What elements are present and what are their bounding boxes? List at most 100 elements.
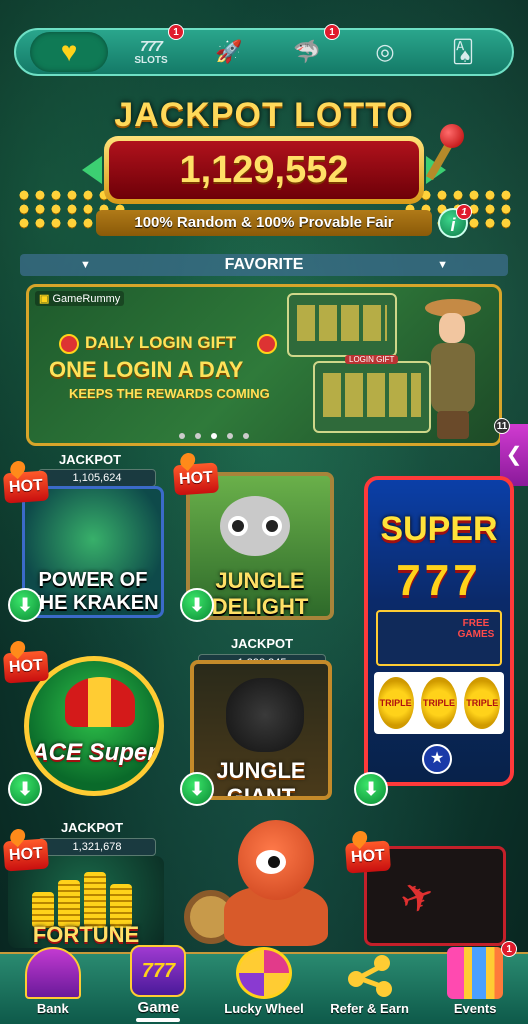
pay-table: FREE GAMES [376,610,502,666]
download-icon[interactable]: ⬇ [8,588,42,622]
fortune-game-art: FORTUNE [8,856,164,948]
bottom-nav-events[interactable]: Events 1 [427,941,523,1016]
nav-fish[interactable]: 🦈 1 [272,24,342,72]
lemur-eye [228,516,248,536]
character-face [439,313,465,343]
nav-roulette[interactable]: ◎ [350,32,420,72]
gift-icon [257,334,277,354]
carousel-dot[interactable] [179,433,185,439]
notification-badge: 1 [168,24,184,40]
banner-line2: ONE LOGIN A DAY [49,357,244,382]
bottom-nav-lucky-wheel[interactable]: Lucky Wheel [216,947,312,1016]
shark-icon: 🦈 [293,39,321,64]
octopus-pupil [268,856,280,868]
download-icon[interactable]: ⬇ [354,772,388,806]
airplane-icon: ✈ [394,871,442,925]
share-node [347,971,364,987]
notification-badge: 1 [501,941,518,957]
rocket-icon: 🚀 [215,39,243,64]
nav-crash[interactable]: 🚀 [194,32,264,72]
banner-line3: KEEPS THE REWARDS COMING [69,386,270,401]
login-gift-panel [287,293,397,357]
download-icon[interactable]: ⬇ [8,772,42,806]
info-button[interactable]: i 1 [438,204,472,238]
carousel-dot[interactable] [195,433,201,439]
download-icon[interactable]: ⬇ [180,772,214,806]
daily-login-banner[interactable]: ▣ GameRummy DAILY LOGIN GIFT ONE LOGIN A… [26,284,502,446]
bottom-nav-label: Refer & Earn [330,1001,409,1016]
lucky-wheel-icon [235,947,292,999]
cards-icon: 🂡 [451,39,475,64]
gift-icon [447,947,504,999]
brand-name: GameRummy [52,293,121,305]
notification-badge: 11 [494,418,510,434]
carousel-dot[interactable] [227,433,233,439]
reel-symbol: TRIPLE [464,677,501,729]
character-body [431,343,475,413]
jackpot-label: JACKPOT [60,820,124,835]
game-title: JUNGLE GIANT [216,758,306,800]
heart-icon: ♥ [60,36,78,67]
carousel-dot[interactable] [211,433,217,439]
refer-earn-icon [342,947,398,999]
jackpot-label: JACKPOT [58,452,122,467]
carousel-dots [179,433,249,439]
slots-777-icon: 777 [139,38,163,55]
star-icon: ★ [422,744,452,774]
share-node [373,955,390,971]
carousel-dot[interactable] [243,433,249,439]
character-legs [437,411,469,439]
jackpot-lotto-subtitle: 100% Random & 100% Provable Fair [96,210,432,236]
bottom-nav: Bank 777 Game Lucky Wheel Refer & Earn E… [0,941,528,1024]
bottom-nav-game[interactable]: 777 Game [110,945,206,1022]
bottom-nav-bank[interactable]: Bank [5,947,101,1016]
nav-slots-label: SLOTS [134,55,168,66]
hot-badge: HOT [345,840,391,874]
bottom-nav-label: Events [453,1001,497,1016]
chevron-left-icon: ❮ [505,444,523,466]
nav-cards[interactable]: 🂡 [428,32,498,72]
nav-favorite[interactable]: ♥ [30,32,108,72]
chevron-down-icon: ▼ [437,259,448,271]
jackpot-value: 1,105,624 [38,469,156,487]
chevron-down-icon: ▼ [80,259,91,271]
bottom-nav-refer-earn[interactable]: Refer & Earn [322,947,418,1016]
jester-hat-icon [65,677,135,727]
game-777-icon: 777 [130,945,187,997]
share-node [375,981,392,997]
jackpot-lotto-amount: 1,129,552 [109,141,419,199]
jackpot-lotto-display[interactable]: 1,129,552 [82,136,446,204]
gift-icon [59,334,79,354]
lemur-eye [262,516,282,536]
hot-badge: HOT [3,838,49,872]
hot-badge: HOT [173,462,219,496]
hot-badge: HOT [3,650,49,684]
download-icon[interactable]: ⬇ [180,588,214,622]
slot-reels: TRIPLE TRIPLE TRIPLE [374,672,504,734]
reel-symbol: TRIPLE [377,677,414,729]
game-title: ACE Super [31,739,157,766]
reward-grid [323,373,421,417]
bank-icon [24,947,81,999]
game-title-number: 777 [396,556,482,605]
jackpot-label: JACKPOT [230,636,294,651]
bottom-nav-label: Game [137,999,180,1016]
explorer-character [425,299,481,439]
nav-slots[interactable]: 777 SLOTS 1 [116,24,186,72]
game-tile-octopus[interactable] [184,820,352,950]
hot-badge: HOT [3,470,49,504]
favorite-section-header[interactable]: ▼ FAVORITE ▼ [20,254,508,276]
lever-knob-icon [440,124,464,148]
info-icon: i [450,215,456,235]
brand-logo: ▣ GameRummy [35,291,125,306]
coin-stack-icon [84,872,106,928]
arrow-left-icon [82,156,102,184]
gorilla-character [226,678,304,752]
favorite-label: FAVORITE [224,256,304,273]
game-title: POWER OF THE KRAKEN [27,569,159,614]
game-title: SUPER [380,510,498,548]
coin-stack-icon [58,880,80,928]
kraken-game-art: POWER OF THE KRAKEN [22,486,164,618]
login-gift-panel: LOGIN GIFT [313,355,431,433]
category-nav: ♥ 777 SLOTS 1 🚀 🦈 1 ◎ 🂡 [14,24,514,76]
